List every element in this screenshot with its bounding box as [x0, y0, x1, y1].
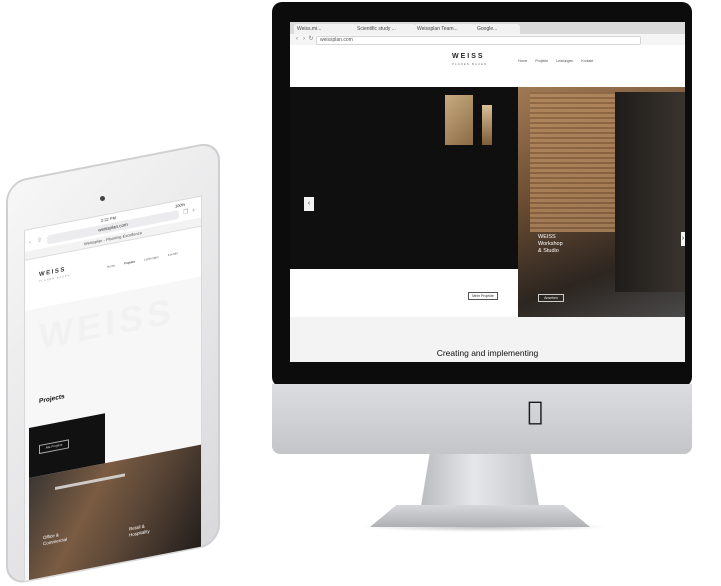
tagline: Creating and implementing: [436, 348, 539, 358]
nav-item-contact[interactable]: Kontakt: [581, 59, 593, 63]
site-header: WEISS PLANEN BAUEN Home Projekte Leistun…: [290, 45, 685, 87]
slider-next-arrow-icon[interactable]: ›: [681, 232, 685, 246]
hero-title-line: WEISS: [538, 234, 556, 240]
hero-title-line: & Studio: [538, 248, 559, 254]
imac-chin: [272, 384, 692, 454]
more-projects-button[interactable]: Mehr Projekte: [468, 292, 498, 300]
nav-item-services[interactable]: Leistungen: [144, 255, 159, 262]
site-logo[interactable]: WEISS: [452, 53, 485, 60]
hero-wood-object: [482, 105, 492, 145]
reload-icon[interactable]: ↻: [308, 36, 314, 42]
nav-item-projects[interactable]: Projekte: [124, 259, 135, 265]
hero-bookshelf: [615, 92, 685, 292]
imac-stand-foot: [370, 505, 590, 527]
imac-stand-neck: [420, 454, 540, 512]
nav-item-services[interactable]: Leistungen: [556, 59, 573, 63]
browser-tab[interactable]: Weissplan Team...: [414, 24, 476, 34]
back-icon[interactable]: ‹: [29, 239, 31, 248]
imac-screen: Weiss.mi... Scientific study ... Weisspl…: [290, 22, 685, 362]
apple-logo-icon: : [520, 398, 550, 426]
back-icon[interactable]: ‹: [294, 36, 300, 42]
view-button[interactable]: Ansehen: [538, 294, 564, 302]
site-nav: Home Projekte Leistungen Kontakt: [107, 251, 178, 269]
ipad-screen: 2:22 PM 100% ‹ ⇧ weissplan.com ❐ + Weiss…: [24, 195, 202, 582]
hero-title: WEISS Workshop & Studio: [538, 234, 563, 255]
browser-tab[interactable]: Google...: [474, 24, 520, 34]
site-logo-subtitle: PLANEN BAUEN: [452, 62, 488, 66]
slider-prev-arrow-icon[interactable]: ‹: [304, 197, 314, 211]
hero-wood-wall: [530, 92, 615, 232]
add-tab-icon[interactable]: +: [192, 207, 196, 217]
share-icon[interactable]: ⇧: [37, 236, 42, 246]
tabs-icon[interactable]: ❐: [183, 208, 188, 218]
hero-title-line: Workshop: [538, 241, 563, 247]
url-input[interactable]: weissplan.com: [316, 36, 641, 45]
forward-icon[interactable]: ›: [301, 36, 307, 42]
ipad-camera: [100, 196, 105, 201]
site-nav: Home Projekte Leistungen Kontakt: [518, 59, 593, 63]
nav-item-home[interactable]: Home: [518, 59, 527, 63]
nav-item-projects[interactable]: Projekte: [535, 59, 548, 63]
hero-wood-object: [445, 95, 473, 145]
nav-item-home[interactable]: Home: [107, 263, 115, 269]
nav-item-contact[interactable]: Kontakt: [168, 251, 178, 257]
browser-tab[interactable]: Scientific study ...: [354, 24, 416, 34]
browser-tab[interactable]: Weiss.mi...: [294, 24, 356, 34]
